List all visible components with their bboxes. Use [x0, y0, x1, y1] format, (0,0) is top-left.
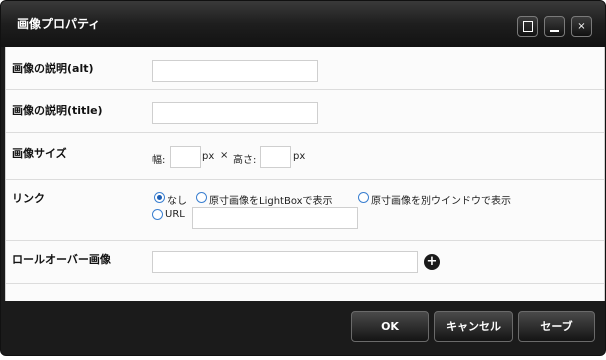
- width-label: 幅:: [152, 155, 166, 166]
- rollover-label: ロールオーバー画像: [12, 253, 111, 266]
- image-properties-dialog: 画像プロパティ × 画像の説明(alt) 画像の説明(title) 画像サイズ …: [0, 0, 606, 356]
- dialog-footer: OK キャンセル セーブ: [1, 301, 605, 355]
- height-input[interactable]: [260, 146, 291, 168]
- dialog-title: 画像プロパティ: [17, 17, 101, 31]
- title-bar[interactable]: 画像プロパティ ×: [1, 1, 605, 47]
- alt-row: 画像の説明(alt): [6, 47, 604, 90]
- maximize-button[interactable]: [517, 16, 538, 37]
- link-row: リンク なし 原寸画像をLightBoxで表示 原寸画像を別ウインドウで表示 U…: [6, 180, 604, 241]
- maximize-icon: [523, 21, 533, 32]
- radio-new-window[interactable]: [358, 192, 369, 203]
- minimize-icon: [550, 30, 559, 32]
- plus-icon[interactable]: +: [424, 254, 440, 270]
- width-unit: px: [202, 151, 215, 162]
- close-button[interactable]: ×: [571, 16, 592, 37]
- size-label: 画像サイズ: [12, 147, 67, 160]
- save-button[interactable]: セーブ: [518, 311, 595, 342]
- radio-lightbox[interactable]: [196, 192, 207, 203]
- height-label: 高さ:: [233, 155, 257, 166]
- title-label: 画像の説明(title): [12, 104, 103, 117]
- dialog-content: 画像の説明(alt) 画像の説明(title) 画像サイズ 幅: px × 高さ…: [5, 47, 605, 301]
- minimize-button[interactable]: [544, 16, 565, 37]
- link-label: リンク: [12, 192, 45, 205]
- url-input[interactable]: [192, 207, 358, 229]
- radio-none[interactable]: [154, 192, 165, 203]
- title-input[interactable]: [152, 102, 318, 124]
- times-symbol: ×: [220, 150, 229, 161]
- ok-button[interactable]: OK: [351, 311, 429, 342]
- rollover-input[interactable]: [152, 251, 418, 273]
- radio-lightbox-label: 原寸画像をLightBoxで表示: [209, 196, 333, 207]
- width-input[interactable]: [170, 146, 201, 168]
- radio-none-label: なし: [167, 196, 187, 207]
- radio-url[interactable]: [152, 209, 163, 220]
- title-row: 画像の説明(title): [6, 90, 604, 133]
- alt-label: 画像の説明(alt): [12, 62, 94, 75]
- close-icon: ×: [577, 21, 586, 32]
- cancel-button[interactable]: キャンセル: [434, 311, 513, 342]
- size-row: 画像サイズ 幅: px × 高さ: px: [6, 133, 604, 180]
- radio-new-window-label: 原寸画像を別ウインドウで表示: [371, 196, 511, 207]
- radio-url-label: URL: [165, 209, 185, 220]
- rollover-row: ロールオーバー画像 +: [6, 241, 604, 284]
- alt-input[interactable]: [152, 60, 318, 82]
- height-unit: px: [293, 151, 306, 162]
